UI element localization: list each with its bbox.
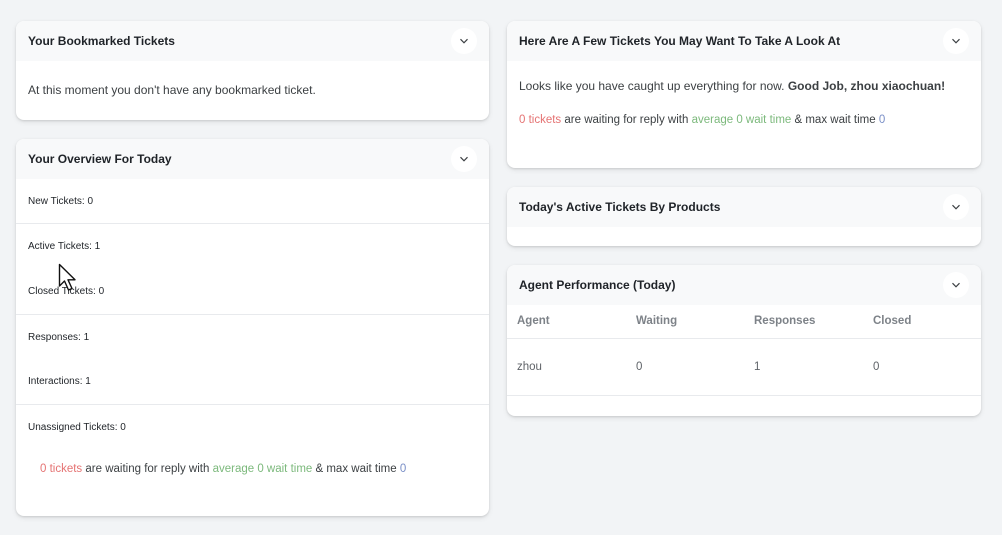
products-title: Today's Active Tickets By Products <box>519 200 721 214</box>
table-row: zhou 0 1 0 <box>507 338 981 396</box>
column-header-responses[interactable]: Responses <box>744 305 863 339</box>
mouse-pointer-icon <box>58 263 76 291</box>
cell-responses: 1 <box>744 338 863 396</box>
good-job-text: Good Job, zhou xiaochuan! <box>787 79 946 93</box>
agent-performance-card: Agent Performance (Today) Agent Waiting … <box>507 265 981 416</box>
max-wait-time: 0 <box>878 114 886 126</box>
overview-waiting-summary: 0 tickets are waiting for reply with ave… <box>16 450 489 475</box>
overview-header[interactable]: Your Overview For Today <box>16 139 489 179</box>
overview-collapse-toggle[interactable] <box>451 146 477 172</box>
cell-agent: zhou <box>507 338 626 396</box>
products-card: Today's Active Tickets By Products <box>507 187 981 246</box>
products-header[interactable]: Today's Active Tickets By Products <box>507 187 981 227</box>
caught-up-message: Looks like you have caught up everything… <box>507 61 981 93</box>
stat-responses: Responses: 1 <box>28 331 90 343</box>
bookmarked-tickets-card: Your Bookmarked Tickets At this moment y… <box>16 21 489 120</box>
bookmarked-tickets-title: Your Bookmarked Tickets <box>28 34 175 48</box>
waiting-tickets-count[interactable]: 0 tickets <box>40 463 82 475</box>
column-header-waiting[interactable]: Waiting <box>626 305 744 339</box>
caught-up-text: Looks like you have caught up everything… <box>519 79 788 93</box>
suggested-tickets-title: Here Are A Few Tickets You May Want To T… <box>519 34 841 48</box>
stat-new-tickets: New Tickets: 0 <box>28 195 94 207</box>
agent-performance-collapse-toggle[interactable] <box>943 272 969 298</box>
average-wait-time: average 0 wait time <box>212 463 313 475</box>
stat-closed-tickets: Closed Tickets: 0 <box>28 286 105 297</box>
cell-closed: 0 <box>863 338 981 396</box>
chevron-down-icon <box>460 156 468 162</box>
stat-active-tickets: Active Tickets: 1 <box>28 241 101 252</box>
waiting-text: are waiting for reply with <box>561 114 692 126</box>
chevron-down-icon <box>952 38 960 44</box>
suggested-tickets-card: Here Are A Few Tickets You May Want To T… <box>507 21 981 168</box>
column-header-closed[interactable]: Closed <box>863 305 981 339</box>
bookmarked-tickets-header[interactable]: Your Bookmarked Tickets <box>16 21 489 61</box>
max-wait-time: 0 <box>399 463 407 475</box>
bookmarked-collapse-toggle[interactable] <box>451 28 477 54</box>
suggested-tickets-header[interactable]: Here Are A Few Tickets You May Want To T… <box>507 21 981 61</box>
agent-performance-title: Agent Performance (Today) <box>519 278 676 292</box>
waiting-text: are waiting for reply with <box>82 463 213 475</box>
max-wait-text: & max wait time <box>312 463 400 475</box>
suggested-waiting-summary: 0 tickets are waiting for reply with ave… <box>507 93 981 126</box>
waiting-tickets-count[interactable]: 0 tickets <box>519 114 561 126</box>
agent-performance-header[interactable]: Agent Performance (Today) <box>507 265 981 305</box>
cell-waiting: 0 <box>626 338 744 396</box>
agent-performance-table: Agent Waiting Responses Closed zhou 0 1 … <box>507 305 981 396</box>
average-wait-time: average 0 wait time <box>691 114 792 126</box>
table-header-row: Agent Waiting Responses Closed <box>507 305 981 339</box>
products-collapse-toggle[interactable] <box>943 194 969 220</box>
max-wait-text: & max wait time <box>791 114 879 126</box>
stat-interactions: Interactions: 1 <box>28 376 91 387</box>
suggested-collapse-toggle[interactable] <box>943 28 969 54</box>
stat-unassigned-tickets: Unassigned Tickets: 0 <box>28 422 126 433</box>
chevron-down-icon <box>952 282 960 288</box>
overview-card: Your Overview For Today New Tickets: 0 A… <box>16 139 489 516</box>
column-header-agent[interactable]: Agent <box>507 305 626 339</box>
overview-title: Your Overview For Today <box>28 152 172 166</box>
chevron-down-icon <box>460 38 468 44</box>
bookmarked-empty-message: At this moment you don't have any bookma… <box>28 83 316 97</box>
chevron-down-icon <box>952 204 960 210</box>
